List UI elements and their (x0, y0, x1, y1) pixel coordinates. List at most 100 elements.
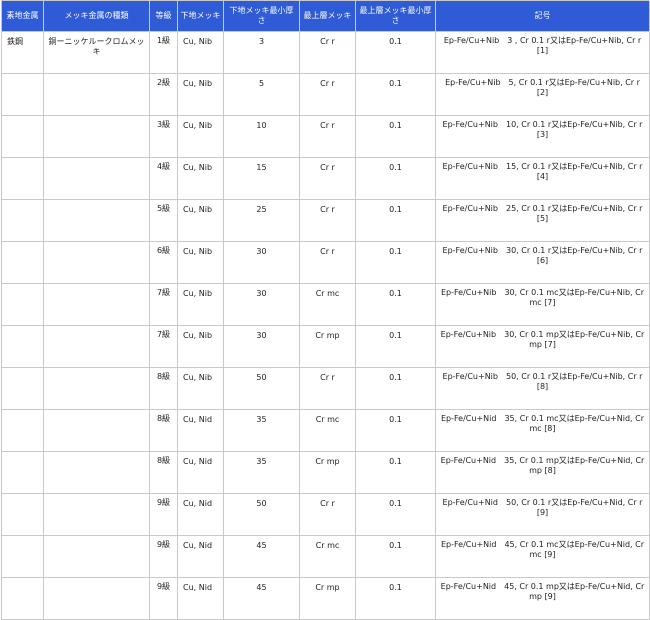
cell-plating-type (43, 325, 150, 368)
cell-top-min-thickness: 0.1 (355, 451, 436, 494)
cell-substrate (1, 493, 44, 536)
header-top-plating: 最上層メッキ (299, 0, 356, 32)
cell-substrate (1, 577, 44, 620)
cell-top-min-thickness: 0.1 (355, 73, 436, 116)
table-row: 8級 Cu, Nid 35 Cr mp 0.1 Ep-Fe/Cu+Nid 35, Cr 0… (1, 451, 650, 494)
cell-top-plating: Cr mc (299, 535, 356, 578)
header-substrate: 素地金属 (1, 0, 44, 32)
cell-grade: 9級 (149, 493, 178, 536)
cell-top-plating: Cr r (299, 31, 356, 74)
cell-code: Ep-Fe/Cu+Nid 50, Cr 0.1 r又はEp-Fe/Cu+Nid,… (435, 493, 650, 536)
cell-under-plating: Cu, Nid (177, 577, 224, 620)
cell-code: Ep-Fe/Cu+Nib 30, Cr 0.1 r又はEp-Fe/Cu+Nib,… (435, 241, 650, 284)
cell-under-plating: Cu, Nib (177, 31, 224, 74)
cell-under-plating: Cu, Nid (177, 409, 224, 452)
cell-top-plating: Cr r (299, 115, 356, 158)
cell-substrate (1, 157, 44, 200)
cell-under-min-thickness: 45 (223, 535, 300, 578)
cell-plating-type (43, 451, 150, 494)
cell-code: Ep-Fe/Cu+Nib 30, Cr 0.1 mc又はEp-Fe/Cu+Nib… (435, 283, 650, 326)
cell-grade: 3級 (149, 115, 178, 158)
cell-top-min-thickness: 0.1 (355, 31, 436, 74)
cell-grade: 6級 (149, 241, 178, 284)
cell-top-min-thickness: 0.1 (355, 241, 436, 284)
cell-code: Ep-Fe/Cu+Nid 45, Cr 0.1 mc又はEp-Fe/Cu+Nid… (435, 535, 650, 578)
cell-grade: 4級 (149, 157, 178, 200)
cell-under-plating: Cu, Nid (177, 451, 224, 494)
cell-substrate (1, 409, 44, 452)
cell-substrate (1, 241, 44, 284)
header-under-min-thickness: 下地メッキ最小厚さ (223, 0, 300, 32)
cell-under-plating: Cu, Nid (177, 493, 224, 536)
cell-under-min-thickness: 5 (223, 73, 300, 116)
cell-plating-type (43, 199, 150, 242)
header-top-min-thickness: 最上層メッキ最小厚さ (355, 0, 436, 32)
cell-under-plating: Cu, Nid (177, 535, 224, 578)
cell-top-plating: Cr mp (299, 325, 356, 368)
cell-code: Ep-Fe/Cu+Nib 3 , Cr 0.1 r又はEp-Fe/Cu+Nib,… (435, 31, 650, 74)
cell-top-min-thickness: 0.1 (355, 409, 436, 452)
cell-grade: 7級 (149, 325, 178, 368)
table-row: 6級 Cu, Nib 30 Cr r 0.1 Ep-Fe/Cu+Nib 30, Cr 0.… (1, 241, 650, 284)
cell-code: Ep-Fe/Cu+Nid 45, Cr 0.1 mp又はEp-Fe/Cu+Nid… (435, 577, 650, 620)
cell-top-plating: Cr r (299, 367, 356, 410)
cell-substrate (1, 367, 44, 410)
table-row: 9級 Cu, Nid 45 Cr mc 0.1 Ep-Fe/Cu+Nid 45, Cr 0… (1, 535, 650, 578)
cell-under-min-thickness: 30 (223, 283, 300, 326)
table-row: 2級 Cu, Nib 5 Cr r 0.1 Ep-Fe/Cu+Nib 5, Cr 0.1 … (1, 73, 650, 116)
cell-plating-type (43, 73, 150, 116)
table-row: 4級 Cu, Nib 15 Cr r 0.1 Ep-Fe/Cu+Nib 15, Cr 0.… (1, 157, 650, 200)
cell-substrate (1, 451, 44, 494)
table-row: 5級 Cu, Nib 25 Cr r 0.1 Ep-Fe/Cu+Nib 25, Cr 0.… (1, 199, 650, 242)
cell-under-plating: Cu, Nib (177, 157, 224, 200)
cell-code: Ep-Fe/Cu+Nib 5, Cr 0.1 r又はEp-Fe/Cu+Nib, … (435, 73, 650, 116)
cell-under-plating: Cu, Nib (177, 325, 224, 368)
cell-code: Ep-Fe/Cu+Nib 10, Cr 0.1 r又はEp-Fe/Cu+Nib,… (435, 115, 650, 158)
cell-under-min-thickness: 15 (223, 157, 300, 200)
cell-top-plating: Cr r (299, 241, 356, 284)
table-row: 9級 Cu, Nid 50 Cr r 0.1 Ep-Fe/Cu+Nid 50, Cr 0.… (1, 493, 650, 536)
cell-code: Ep-Fe/Cu+Nib 25, Cr 0.1 r又はEp-Fe/Cu+Nib,… (435, 199, 650, 242)
cell-top-min-thickness: 0.1 (355, 325, 436, 368)
header-plating-type: メッキ金属の種類 (43, 0, 150, 32)
cell-substrate (1, 73, 44, 116)
cell-plating-type (43, 157, 150, 200)
cell-under-plating: Cu, Nib (177, 241, 224, 284)
cell-grade: 8級 (149, 409, 178, 452)
cell-substrate: 鉄鋼 (1, 31, 44, 74)
cell-plating-type (43, 493, 150, 536)
cell-top-plating: Cr mp (299, 451, 356, 494)
cell-code: Ep-Fe/Cu+Nid 35, Cr 0.1 mc又はEp-Fe/Cu+Nid… (435, 409, 650, 452)
table-row: 8級 Cu, Nib 50 Cr r 0.1 Ep-Fe/Cu+Nib 50, Cr 0.… (1, 367, 650, 410)
cell-top-min-thickness: 0.1 (355, 367, 436, 410)
cell-plating-type (43, 115, 150, 158)
plating-spec-table: 素地金属 メッキ金属の種類 等級 下地メッキ 下地メッキ最小厚さ 最上層メッキ … (1, 0, 650, 620)
header-row: 素地金属 メッキ金属の種類 等級 下地メッキ 下地メッキ最小厚さ 最上層メッキ … (1, 0, 650, 32)
header-under-plating: 下地メッキ (177, 0, 224, 32)
cell-grade: 9級 (149, 577, 178, 620)
cell-top-plating: Cr mc (299, 283, 356, 326)
cell-code: Ep-Fe/Cu+Nid 35, Cr 0.1 mp又はEp-Fe/Cu+Nid… (435, 451, 650, 494)
cell-top-plating: Cr mc (299, 409, 356, 452)
cell-top-min-thickness: 0.1 (355, 577, 436, 620)
cell-plating-type (43, 283, 150, 326)
cell-grade: 8級 (149, 451, 178, 494)
cell-substrate (1, 283, 44, 326)
cell-substrate (1, 325, 44, 368)
cell-top-plating: Cr r (299, 157, 356, 200)
cell-under-plating: Cu, Nib (177, 73, 224, 116)
cell-under-min-thickness: 45 (223, 577, 300, 620)
cell-under-min-thickness: 10 (223, 115, 300, 158)
cell-under-min-thickness: 3 (223, 31, 300, 74)
cell-under-plating: Cu, Nib (177, 199, 224, 242)
cell-under-plating: Cu, Nib (177, 283, 224, 326)
cell-under-min-thickness: 50 (223, 367, 300, 410)
cell-code: Ep-Fe/Cu+Nib 15, Cr 0.1 r又はEp-Fe/Cu+Nib,… (435, 157, 650, 200)
cell-top-min-thickness: 0.1 (355, 283, 436, 326)
header-code: 記号 (435, 0, 650, 32)
table-row: 7級 Cu, Nib 30 Cr mp 0.1 Ep-Fe/Cu+Nib 30, Cr 0… (1, 325, 650, 368)
cell-top-plating: Cr r (299, 73, 356, 116)
table-row: 鉄鋼 銅ーニッケルークロムメッキ 1級 Cu, Nib 3 Cr r 0.1 Ep-Fe/Cu… (1, 31, 650, 74)
cell-plating-type (43, 241, 150, 284)
cell-under-min-thickness: 35 (223, 451, 300, 494)
